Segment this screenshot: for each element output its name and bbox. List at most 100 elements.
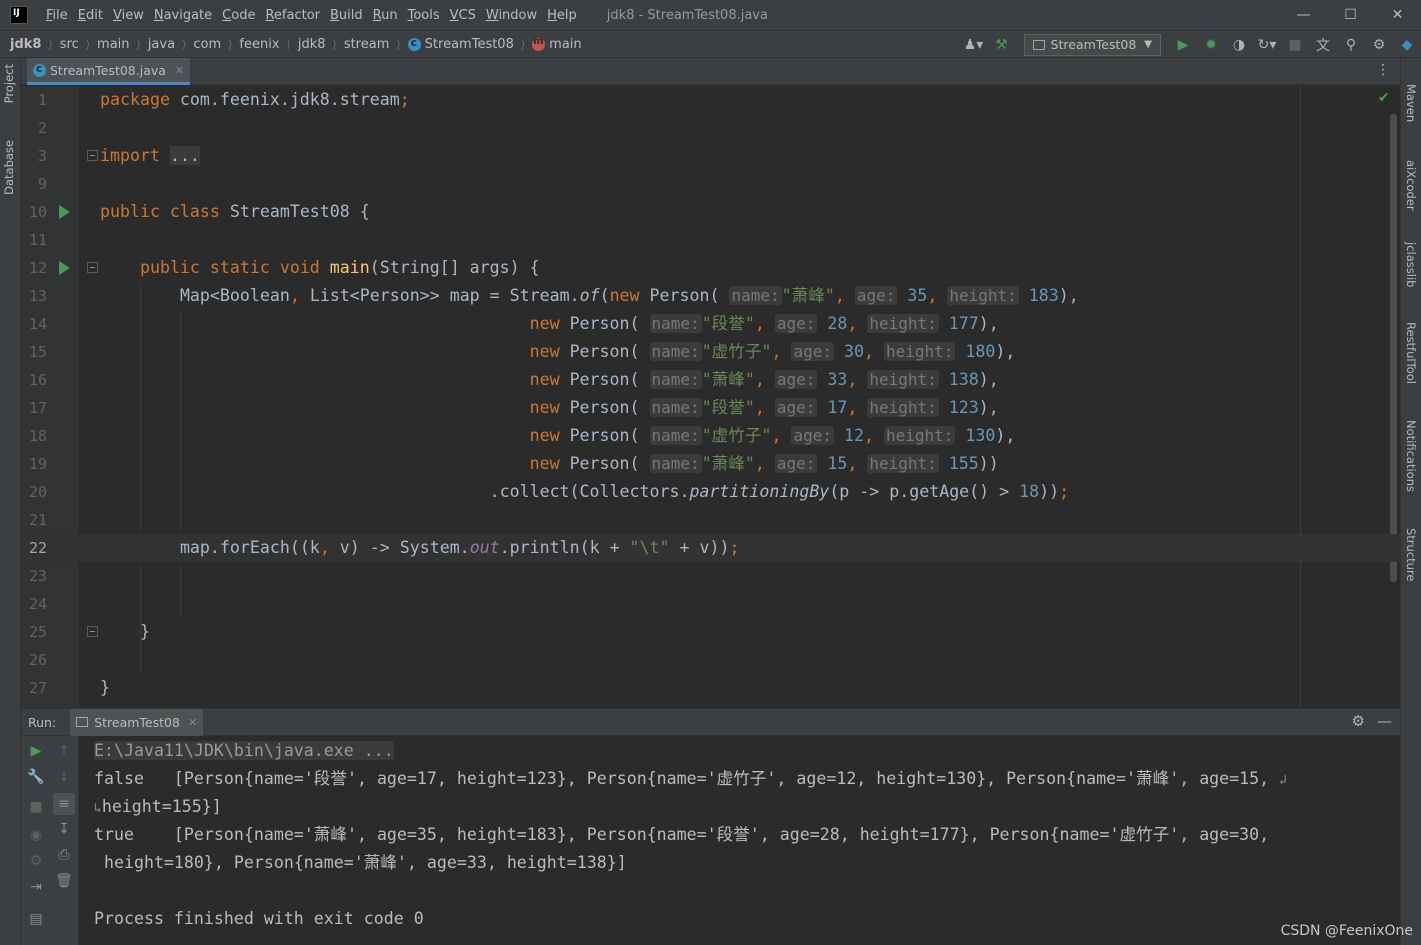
menu-file[interactable]: File bbox=[46, 8, 68, 23]
scroll-to-end-icon[interactable]: ↧ bbox=[55, 820, 73, 838]
debug-icon[interactable]: ✹ bbox=[1199, 34, 1223, 56]
window-title: jdk8 - StreamTest08.java bbox=[606, 7, 768, 23]
menu-window[interactable]: Window bbox=[486, 8, 537, 23]
menu-view[interactable]: View bbox=[113, 8, 144, 23]
tool-tab-database[interactable]: Database bbox=[2, 140, 16, 195]
menu-help[interactable]: Help bbox=[547, 8, 577, 23]
soft-wrap-icon[interactable]: ≡ bbox=[53, 793, 75, 815]
token: "段誉" bbox=[701, 314, 755, 333]
console-command[interactable]: E:\Java11\JDK\bin\java.exe ... bbox=[94, 741, 394, 760]
down-arrow-icon[interactable]: ↓ bbox=[55, 768, 73, 786]
breadcrumb-class[interactable]: StreamTest08 bbox=[407, 36, 514, 52]
token: } bbox=[139, 622, 150, 641]
layout-icon[interactable]: ▤ bbox=[27, 910, 45, 928]
code-line: 27 } bbox=[21, 674, 1400, 702]
print-icon[interactable]: ⎙ bbox=[55, 846, 73, 864]
line-number: 11 bbox=[28, 231, 47, 249]
tool-tab-notifications[interactable]: Notifications bbox=[1404, 420, 1418, 492]
fold-icon[interactable] bbox=[87, 626, 98, 637]
console-text: false [Person{name='段誉', age=17, height=… bbox=[94, 769, 1280, 788]
param-hint: height: bbox=[867, 370, 939, 389]
plugin-logo-icon[interactable]: ◆ bbox=[1395, 34, 1419, 56]
breadcrumb-stream[interactable]: stream bbox=[344, 37, 390, 52]
token: out bbox=[469, 538, 500, 557]
tab-streamtest08[interactable]: StreamTest08.java ✕ bbox=[27, 58, 191, 85]
tool-tab-jclasslib[interactable]: jclasslib bbox=[1404, 242, 1418, 287]
maximize-icon[interactable]: ☐ bbox=[1327, 0, 1374, 30]
gear-icon[interactable]: ⚙ bbox=[1367, 34, 1391, 56]
tool-tab-project[interactable]: Project bbox=[2, 64, 16, 103]
run-tab-streamtest08[interactable]: StreamTest08 ✕ bbox=[70, 708, 204, 736]
code-line: 26 bbox=[21, 646, 1400, 674]
run-class-icon[interactable] bbox=[59, 205, 70, 219]
menu-edit[interactable]: Edit bbox=[78, 8, 103, 23]
breadcrumb-class-label: StreamTest08 bbox=[424, 36, 514, 52]
run-configuration-select[interactable]: StreamTest08 ▼ bbox=[1023, 33, 1161, 56]
user-icon[interactable]: ♟▾ bbox=[962, 34, 986, 56]
tool-tab-structure[interactable]: Structure bbox=[1404, 528, 1418, 582]
close-tab-icon[interactable]: ✕ bbox=[188, 716, 197, 729]
line-number: 12 bbox=[28, 259, 47, 277]
hide-panel-icon[interactable]: — bbox=[1377, 712, 1392, 730]
token: ), bbox=[1058, 286, 1079, 305]
breadcrumb-com[interactable]: com bbox=[193, 37, 221, 52]
folded-imports[interactable]: ... bbox=[169, 146, 200, 165]
token: ; bbox=[729, 538, 740, 557]
breadcrumb-feenix[interactable]: feenix bbox=[239, 37, 279, 52]
gear-icon[interactable]: ⚙ bbox=[1352, 712, 1365, 730]
settings-icon[interactable]: ⚙ bbox=[27, 852, 45, 870]
token: 130 bbox=[965, 426, 996, 445]
run-icon[interactable]: ▶ bbox=[1171, 34, 1195, 56]
token: ), bbox=[995, 426, 1016, 445]
close-tab-icon[interactable]: ✕ bbox=[175, 64, 184, 77]
trash-icon[interactable]: 🗑 bbox=[55, 872, 73, 890]
up-arrow-icon[interactable]: ↑ bbox=[55, 742, 73, 760]
tool-tab-maven[interactable]: Maven bbox=[1404, 84, 1418, 122]
param-hint: height: bbox=[867, 398, 939, 417]
breadcrumb-jdk8[interactable]: jdk8 bbox=[298, 37, 326, 52]
wrench-icon[interactable]: 🔧 bbox=[27, 768, 45, 786]
token: .collect(Collectors. bbox=[489, 482, 690, 501]
fold-icon[interactable] bbox=[87, 262, 98, 273]
menu-build[interactable]: Build bbox=[330, 8, 363, 23]
token: )) bbox=[1039, 482, 1060, 501]
exit-icon[interactable]: ⇥ bbox=[27, 878, 45, 896]
tool-tab-restfultool[interactable]: RestfulTool bbox=[1404, 322, 1418, 384]
minimize-icon[interactable]: — bbox=[1280, 0, 1327, 30]
breadcrumb-src[interactable]: src bbox=[60, 37, 79, 52]
console-output[interactable]: E:\Java11\JDK\bin\java.exe ... false [Pe… bbox=[80, 736, 1400, 945]
breadcrumb-method[interactable]: main bbox=[532, 36, 582, 52]
token: ( bbox=[599, 286, 610, 305]
profile-icon[interactable]: ↻▾ bbox=[1255, 34, 1279, 56]
breadcrumb-main[interactable]: main bbox=[97, 37, 129, 52]
fold-icon[interactable] bbox=[87, 150, 98, 161]
token: 183 bbox=[1028, 286, 1059, 305]
breadcrumb-project[interactable]: jdk8 bbox=[10, 37, 41, 52]
console-line: false [Person{name='段誉', age=17, height=… bbox=[94, 765, 1287, 795]
line-number: 20 bbox=[28, 483, 47, 501]
build-hammer-icon[interactable]: ⚒ bbox=[990, 34, 1014, 56]
tool-tab-aixcoder[interactable]: aiXcoder bbox=[1404, 160, 1418, 211]
run-method-icon[interactable] bbox=[59, 261, 70, 275]
menu-run[interactable]: Run bbox=[373, 8, 398, 23]
menu-navigate[interactable]: Navigate bbox=[154, 8, 212, 23]
rerun-icon[interactable]: ▶ bbox=[27, 742, 45, 760]
coverage-icon[interactable]: ◑ bbox=[1227, 34, 1251, 56]
menu-refactor[interactable]: Refactor bbox=[265, 8, 320, 23]
translate-icon[interactable]: 文 bbox=[1311, 34, 1335, 56]
line-number: 9 bbox=[37, 175, 47, 193]
close-icon[interactable]: ✕ bbox=[1374, 0, 1421, 30]
search-icon[interactable]: ⚲ bbox=[1339, 34, 1363, 56]
param-hint: age: bbox=[854, 286, 898, 305]
stop-icon[interactable]: ■ bbox=[1283, 34, 1307, 56]
menu-vcs[interactable]: VCS bbox=[450, 8, 476, 23]
camera-icon[interactable]: ◉ bbox=[27, 826, 45, 844]
more-tabs-icon[interactable]: ⋮ bbox=[1376, 62, 1390, 78]
code-editor[interactable]: ✔ 1 package com.feenix.jdk8.stream; 2 3 … bbox=[21, 86, 1400, 708]
soft-wrap-icon: ↲ bbox=[1279, 773, 1287, 788]
breadcrumb-java[interactable]: java bbox=[148, 37, 175, 52]
menu-tools[interactable]: Tools bbox=[408, 8, 440, 23]
menu-code[interactable]: Code bbox=[222, 8, 255, 23]
stop-icon[interactable]: ■ bbox=[27, 798, 45, 816]
console-line: height=180}, Person{name='萧峰', age=33, h… bbox=[94, 849, 627, 877]
